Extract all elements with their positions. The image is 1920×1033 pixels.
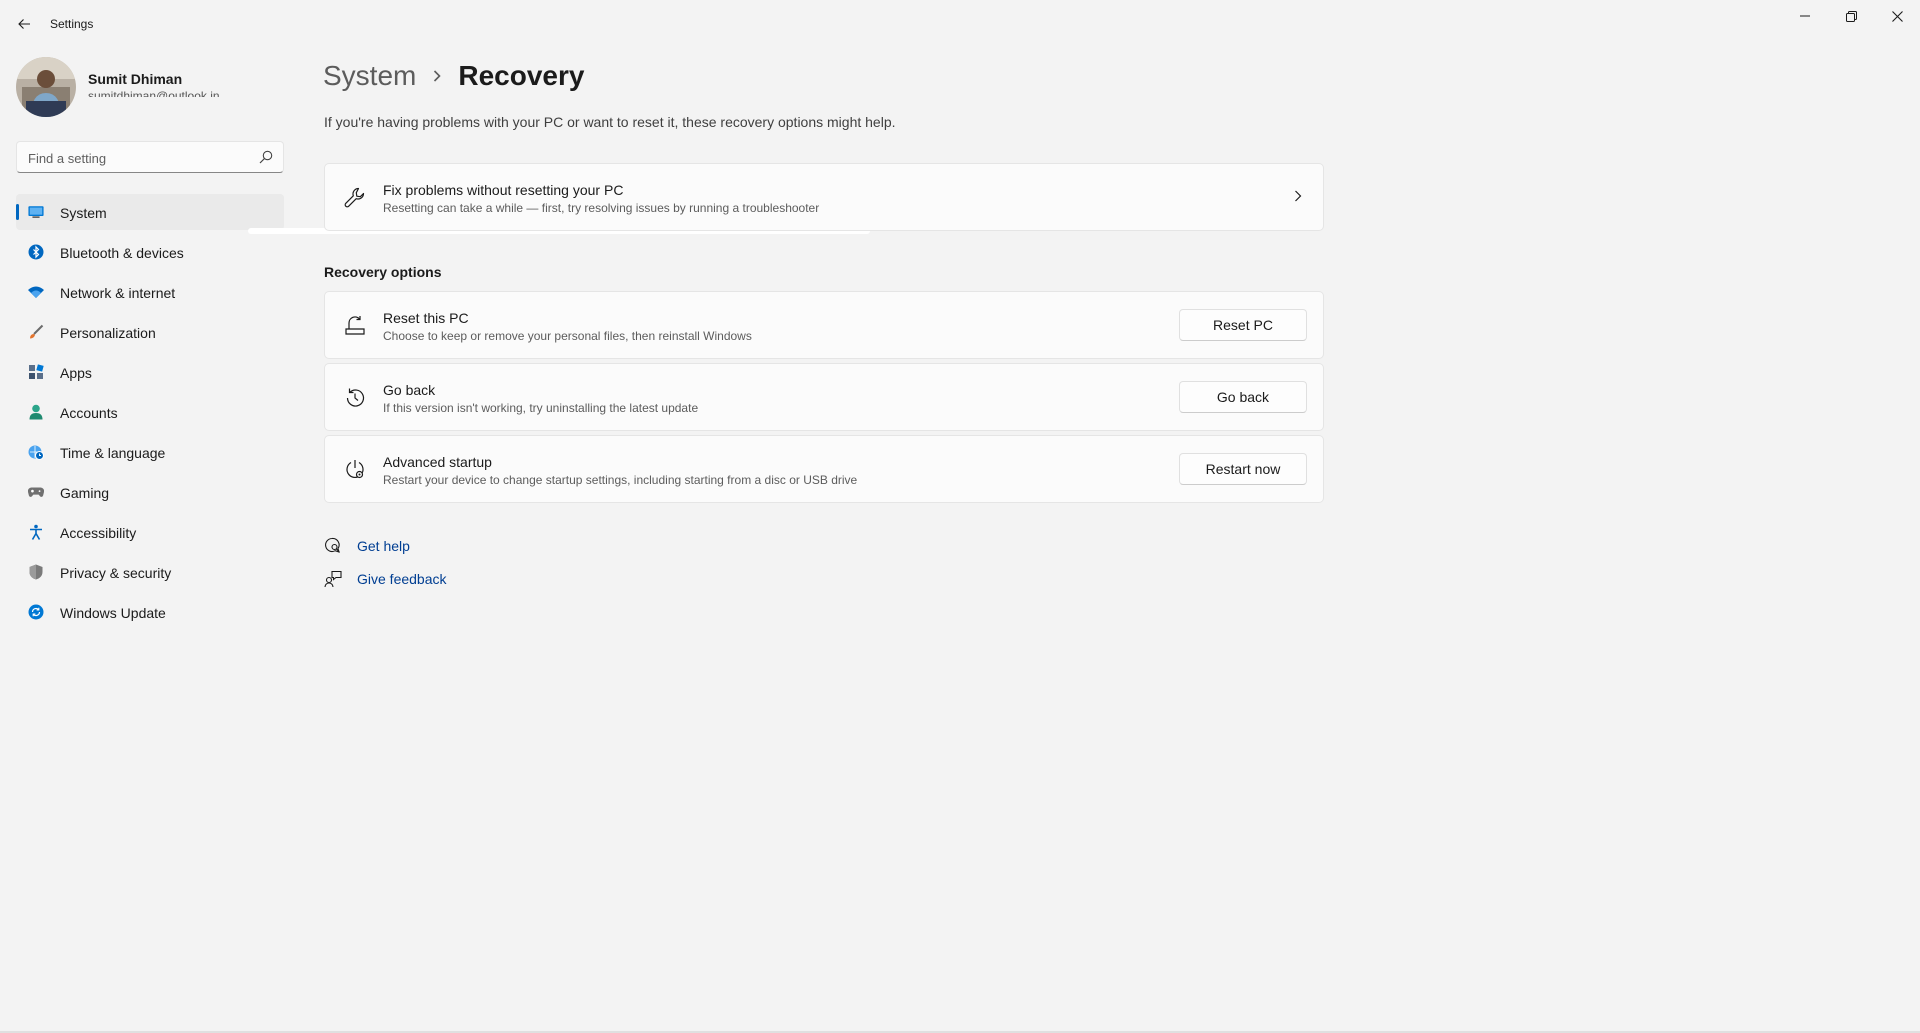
breadcrumb-parent[interactable]: System bbox=[323, 60, 416, 92]
sidebar-item-bluetooth-devices[interactable]: Bluetooth & devices bbox=[16, 234, 284, 270]
bluetooth-icon bbox=[28, 244, 44, 260]
history-icon bbox=[343, 386, 367, 410]
go-back-card: Go back If this version isn't working, t… bbox=[324, 363, 1324, 431]
page-title: Recovery bbox=[458, 60, 585, 91]
chevron-right-icon bbox=[432, 69, 442, 83]
sidebar-item-time-language[interactable]: Time & language bbox=[16, 434, 284, 470]
card-title: Go back bbox=[383, 382, 436, 398]
gamepad-icon bbox=[28, 484, 44, 500]
search-placeholder: Find a setting bbox=[28, 151, 107, 166]
app-title: Settings bbox=[50, 17, 94, 31]
get-help-link[interactable]: Get help bbox=[324, 537, 410, 555]
card-description: Choose to keep or remove your personal f… bbox=[383, 329, 752, 343]
advanced-startup-icon bbox=[343, 458, 367, 482]
reset-pc-card: Reset this PC Choose to keep or remove y… bbox=[324, 291, 1324, 359]
card-title: Advanced startup bbox=[383, 454, 492, 470]
restart-now-button[interactable]: Restart now bbox=[1179, 453, 1307, 485]
system-icon bbox=[28, 204, 44, 220]
breadcrumb: System Recovery bbox=[323, 56, 584, 96]
back-arrow-icon bbox=[18, 19, 30, 29]
card-description: Restart your device to change startup se… bbox=[383, 473, 858, 487]
reset-pc-button[interactable]: Reset PC bbox=[1179, 309, 1307, 341]
back-button[interactable] bbox=[10, 10, 38, 38]
title-bar: Settings bbox=[0, 0, 1920, 48]
sidebar-item-gaming[interactable]: Gaming bbox=[16, 474, 284, 510]
go-back-button[interactable]: Go back bbox=[1179, 381, 1307, 413]
wifi-icon bbox=[28, 284, 44, 300]
restore-button[interactable] bbox=[1828, 0, 1874, 32]
get-help-icon bbox=[324, 537, 342, 555]
shield-icon bbox=[28, 564, 44, 580]
card-title: Reset this PC bbox=[383, 310, 469, 326]
feedback-icon bbox=[324, 570, 342, 588]
globe-clock-icon bbox=[28, 444, 44, 460]
page-description: If you're having problems with your PC o… bbox=[324, 114, 896, 130]
card-description: Resetting can take a while — first, try … bbox=[383, 201, 820, 215]
wrench-icon bbox=[343, 186, 367, 210]
sidebar-item-windows-update[interactable]: Windows Update bbox=[16, 594, 284, 630]
apps-icon bbox=[28, 364, 44, 380]
accessibility-icon bbox=[28, 524, 44, 540]
restore-icon bbox=[1845, 10, 1857, 22]
avatar bbox=[16, 57, 76, 117]
sidebar-item-accounts[interactable]: Accounts bbox=[16, 394, 284, 430]
sidebar-item-apps[interactable]: Apps bbox=[16, 354, 284, 390]
close-button[interactable] bbox=[1874, 0, 1920, 32]
sidebar-item-system[interactable]: System bbox=[16, 194, 284, 230]
minimize-button[interactable] bbox=[1782, 0, 1828, 32]
card-title: Fix problems without resetting your PC bbox=[383, 182, 624, 198]
update-icon bbox=[28, 604, 44, 620]
sidebar-item-accessibility[interactable]: Accessibility bbox=[16, 514, 284, 550]
advanced-startup-card: Advanced startup Restart your device to … bbox=[324, 435, 1324, 503]
person-icon bbox=[28, 404, 44, 420]
close-icon bbox=[1891, 10, 1903, 22]
section-title: Recovery options bbox=[324, 264, 442, 280]
search-input[interactable]: Find a setting bbox=[16, 141, 284, 173]
user-profile[interactable]: Sumit Dhiman sumitdhiman@outlook.in bbox=[16, 57, 286, 119]
chevron-right-icon bbox=[1295, 190, 1302, 202]
card-description: If this version isn't working, try unins… bbox=[383, 401, 699, 415]
sidebar-item-personalization[interactable]: Personalization bbox=[16, 314, 284, 350]
redaction-mask bbox=[86, 97, 261, 105]
minimize-icon bbox=[1800, 15, 1810, 17]
search-icon bbox=[259, 150, 273, 164]
fix-problems-card[interactable]: Fix problems without resetting your PC R… bbox=[324, 163, 1324, 231]
sidebar-item-privacy-security[interactable]: Privacy & security bbox=[16, 554, 284, 590]
reset-pc-icon bbox=[343, 314, 367, 338]
give-feedback-link[interactable]: Give feedback bbox=[324, 570, 447, 588]
profile-name: Sumit Dhiman bbox=[88, 71, 183, 87]
sidebar-nav: System Bluetooth & devices Network & int… bbox=[16, 194, 284, 634]
sidebar-item-network-internet[interactable]: Network & internet bbox=[16, 274, 284, 310]
brush-icon bbox=[28, 324, 44, 340]
